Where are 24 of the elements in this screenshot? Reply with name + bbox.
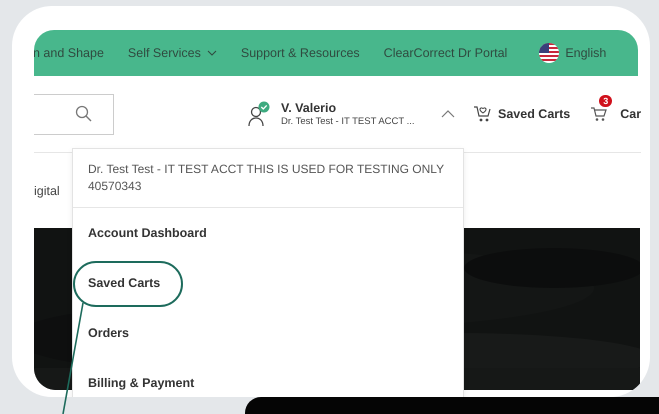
account-name: Dr. Test Test - IT TEST ACCT ... (281, 116, 416, 127)
saved-carts-link[interactable]: Saved Carts (473, 105, 570, 123)
us-flag-icon (539, 43, 560, 63)
search-field[interactable] (34, 94, 114, 134)
breadcrumb-text: igital (34, 184, 60, 198)
cart-link[interactable]: Car (620, 107, 641, 121)
search-icon[interactable] (75, 105, 93, 123)
heart-cart-icon (473, 105, 493, 123)
nav-link[interactable]: Support & Resources (240, 46, 360, 60)
menu-item[interactable]: Saved Carts (73, 258, 463, 308)
nav-link[interactable]: ClearCorrect Dr Portal (384, 46, 508, 60)
account-name: Dr. Test Test - IT TEST ACCT THIS IS USED FOR TESTING ONLY (88, 161, 446, 178)
menu-item[interactable]: Billing & Payment (73, 358, 463, 397)
menu-item[interactable]: Account Dashboard (73, 208, 463, 258)
cart-icon[interactable] (590, 106, 608, 122)
menu-item[interactable]: Orders (73, 308, 463, 358)
user-icon[interactable] (247, 101, 271, 127)
account-number: 40570343 (88, 178, 142, 195)
language-link[interactable]: English (565, 46, 606, 60)
cart-count-badge: 3 (599, 95, 612, 107)
caret-icon[interactable] (441, 110, 455, 118)
nav-link[interactable]: Self Services (128, 46, 217, 60)
user-name[interactable]: V. Valerio (281, 101, 441, 115)
nav-link[interactable]: n and Shape (34, 46, 104, 60)
